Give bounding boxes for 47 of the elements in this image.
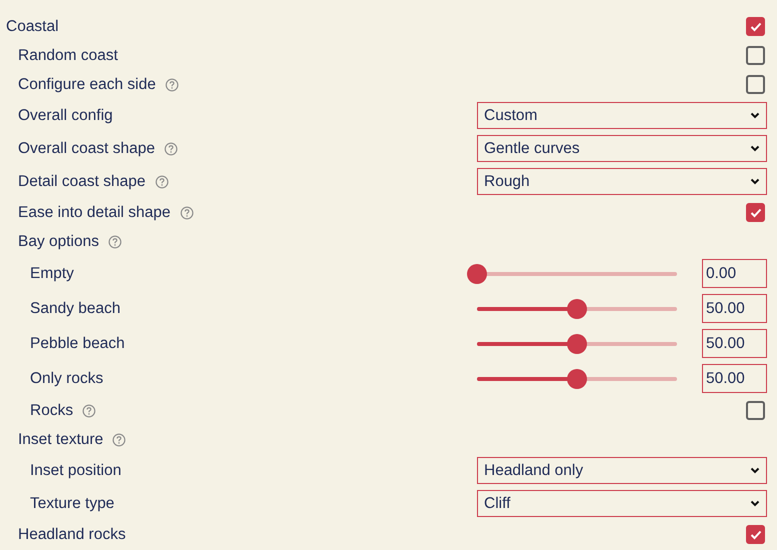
help-icon[interactable]	[164, 78, 179, 92]
chevron-down-icon	[750, 500, 760, 507]
setting-label: Rocks	[30, 402, 74, 420]
checkbox[interactable]	[746, 75, 765, 94]
checkbox[interactable]	[746, 525, 765, 544]
setting-label: Detail coast shape	[18, 172, 146, 190]
setting-label: Sandy beach	[30, 300, 120, 318]
setting-label: Overall config	[18, 106, 113, 124]
chevron-down-icon	[750, 145, 760, 152]
checkmark-icon	[750, 208, 762, 218]
number-field[interactable]: 50.00	[702, 329, 767, 358]
setting-label: Headland rocks	[18, 526, 126, 544]
setting-label: Only rocks	[30, 370, 104, 388]
setting-label: Pebble beach	[30, 334, 125, 352]
setting-label: Coastal	[6, 18, 59, 36]
checkmark-icon	[750, 530, 762, 540]
checkbox[interactable]	[746, 401, 765, 420]
setting-label: Overall coast shape	[18, 140, 155, 158]
dropdown[interactable]: Custom	[477, 102, 767, 129]
chevron-down-icon	[750, 178, 760, 185]
number-field[interactable]: 50.00	[702, 294, 767, 323]
checkmark-icon	[750, 22, 762, 32]
setting-label: Ease into detail shape	[18, 204, 171, 222]
setting-label: Empty	[30, 264, 74, 282]
dropdown[interactable]: Headland only	[477, 457, 767, 484]
setting-label: Inset texture	[18, 430, 104, 448]
checkbox[interactable]	[746, 17, 765, 36]
dropdown[interactable]: Rough	[477, 168, 767, 195]
setting-label: Configure each side	[18, 76, 156, 94]
dropdown[interactable]: Cliff	[477, 490, 767, 517]
setting-label: Texture type	[30, 494, 114, 512]
chevron-down-icon	[750, 467, 760, 474]
help-icon[interactable]	[112, 432, 126, 446]
number-field[interactable]: 50.00	[702, 364, 767, 393]
number-field[interactable]: 0.00	[702, 259, 767, 288]
setting-label: Random coast	[18, 46, 118, 64]
setting-label: Bay options	[18, 232, 99, 250]
help-icon[interactable]	[82, 404, 96, 418]
checkbox[interactable]	[746, 46, 765, 65]
help-icon[interactable]	[164, 142, 178, 156]
chevron-down-icon	[750, 112, 760, 119]
help-icon[interactable]	[180, 206, 194, 220]
checkbox[interactable]	[746, 203, 765, 222]
help-icon[interactable]	[154, 174, 169, 188]
dropdown[interactable]: Gentle curves	[477, 135, 767, 162]
help-icon[interactable]	[108, 234, 122, 248]
setting-label: Inset position	[30, 462, 122, 480]
